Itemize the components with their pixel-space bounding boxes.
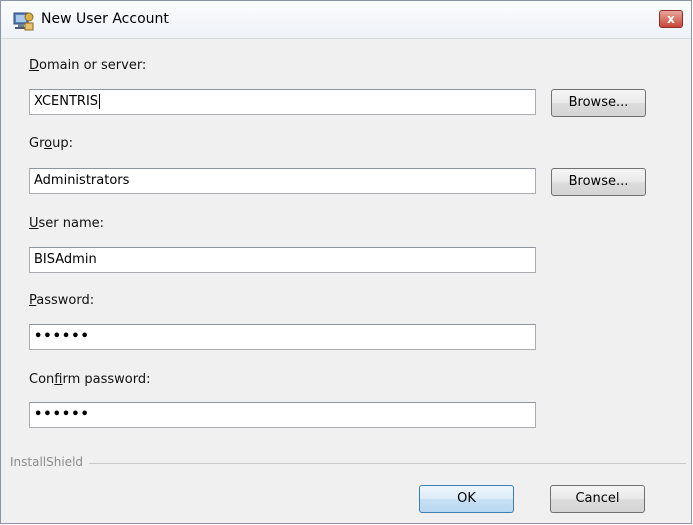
group-input[interactable]: Administrators xyxy=(29,168,536,194)
password-label: Password: xyxy=(29,293,95,308)
title-bar[interactable]: New User Account x xyxy=(1,1,691,39)
installshield-computer-icon xyxy=(11,9,35,33)
ok-button[interactable]: OK xyxy=(419,485,514,513)
username-input[interactable]: BISAdmin xyxy=(29,247,536,273)
browse-group-button[interactable]: Browse... xyxy=(551,168,646,196)
confirm-password-input[interactable]: •••••• xyxy=(29,402,536,428)
group-label: Group: xyxy=(29,136,73,151)
domain-input[interactable]: XCENTRIS xyxy=(29,89,536,115)
window-title: New User Account xyxy=(41,11,169,27)
domain-label: Domain or server: xyxy=(29,58,147,73)
new-user-account-dialog: New User Account x Domain or server: XCE… xyxy=(0,0,692,524)
confirm-password-label: Confirm password: xyxy=(29,372,151,387)
installshield-separator: InstallShield xyxy=(10,455,686,471)
password-input[interactable]: •••••• xyxy=(29,324,536,350)
username-label: User name: xyxy=(29,216,105,231)
installshield-brand: InstallShield xyxy=(10,455,90,469)
cancel-button[interactable]: Cancel xyxy=(550,485,645,513)
browse-domain-button[interactable]: Browse... xyxy=(551,89,646,117)
close-button[interactable]: x xyxy=(659,10,683,28)
separator-line xyxy=(10,463,686,464)
close-icon: x xyxy=(667,12,675,26)
